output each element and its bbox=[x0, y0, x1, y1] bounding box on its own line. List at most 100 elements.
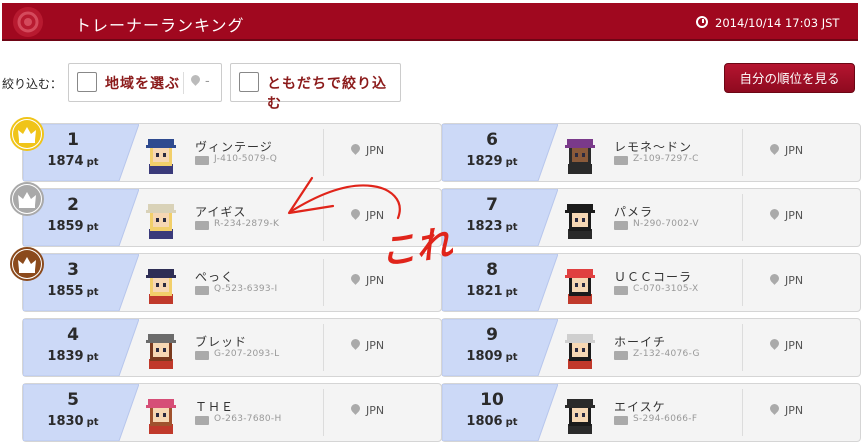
country: JPN bbox=[366, 274, 385, 287]
location-pin-icon bbox=[349, 337, 362, 350]
country: JPN bbox=[785, 274, 804, 287]
trainer-avatar bbox=[565, 334, 595, 369]
ranking-card[interactable]: 10 1806 pt エイスケ S-294-6066-F JPN bbox=[441, 383, 861, 442]
rank-box: 4 1839 pt bbox=[23, 319, 139, 376]
divider bbox=[323, 129, 324, 176]
points-value: 1829 bbox=[466, 154, 503, 169]
trainer-id: R-234-2879-K bbox=[214, 219, 280, 229]
location-pin-icon bbox=[349, 207, 362, 220]
trainer-card-icon bbox=[195, 221, 209, 230]
rank-box: 6 1829 pt bbox=[442, 124, 558, 181]
ranking-card[interactable]: 4 1839 pt ブレッド G-207-2093-L JPN bbox=[22, 318, 442, 377]
trainer-id: J-410-5079-Q bbox=[214, 154, 278, 164]
ranking-card[interactable]: 3 1855 pt ぺっく Q-523-6393-I JPN bbox=[22, 253, 442, 312]
ranking-card[interactable]: 8 1821 pt ＵＣＣコーラ C-070-3105-X JPN bbox=[441, 253, 861, 312]
divider bbox=[323, 259, 324, 306]
trainer-name: ヴィンテージ bbox=[195, 140, 273, 154]
rank-box: 9 1809 pt bbox=[442, 319, 558, 376]
points-unit: pt bbox=[86, 222, 99, 233]
my-rank-button[interactable]: 自分の順位を見る bbox=[724, 63, 855, 93]
rank-number: 8 bbox=[486, 260, 498, 280]
rank-box: 7 1823 pt bbox=[442, 189, 558, 246]
location-pin-icon bbox=[768, 337, 781, 350]
country: JPN bbox=[366, 209, 385, 222]
crown-shape bbox=[13, 120, 41, 148]
crown-shape bbox=[13, 250, 41, 278]
points-value: 1823 bbox=[466, 219, 503, 234]
rank-points: 1809 pt bbox=[442, 349, 542, 364]
trainer-id: G-207-2093-L bbox=[214, 349, 280, 359]
divider bbox=[323, 324, 324, 371]
points-value: 1874 bbox=[47, 154, 84, 169]
country: JPN bbox=[785, 404, 804, 417]
points-value: 1859 bbox=[47, 219, 84, 234]
trainer-id: N-290-7002-V bbox=[633, 219, 699, 229]
friends-filter[interactable]: ともだちで絞り込む bbox=[230, 63, 401, 112]
ranking-card[interactable]: 6 1829 pt レモネ～ドン Z-109-7297-C JPN bbox=[441, 123, 861, 182]
country: JPN bbox=[366, 144, 385, 157]
points-unit: pt bbox=[86, 417, 99, 428]
points-unit: pt bbox=[505, 157, 518, 168]
divider bbox=[742, 324, 743, 371]
filter-label: 絞り込む： bbox=[2, 77, 63, 91]
rank-points: 1839 pt bbox=[23, 349, 123, 364]
region-value: - bbox=[205, 74, 210, 89]
points-value: 1855 bbox=[47, 284, 84, 299]
rank-points: 1874 pt bbox=[23, 154, 123, 169]
rank-number: 5 bbox=[67, 390, 79, 410]
rank-points: 1821 pt bbox=[442, 284, 542, 299]
trainer-card-icon bbox=[614, 286, 628, 295]
location-pin-icon bbox=[349, 142, 362, 155]
points-unit: pt bbox=[505, 417, 518, 428]
trainer-avatar bbox=[565, 269, 595, 304]
location-pin-icon bbox=[768, 207, 781, 220]
trainer-avatar bbox=[146, 399, 176, 434]
friends-checkbox[interactable] bbox=[239, 72, 259, 92]
trainer-card-icon bbox=[195, 156, 209, 165]
points-unit: pt bbox=[86, 352, 99, 363]
rank-box: 8 1821 pt bbox=[442, 254, 558, 311]
trainer-avatar bbox=[146, 139, 176, 174]
trainer-id: C-070-3105-X bbox=[633, 284, 699, 294]
trainer-name: ブレッド bbox=[195, 335, 248, 349]
rank-box: 5 1830 pt bbox=[23, 384, 139, 441]
points-unit: pt bbox=[505, 287, 518, 298]
rank-box: 10 1806 pt bbox=[442, 384, 558, 441]
divider bbox=[323, 194, 324, 241]
ranking-card[interactable]: 1 1874 pt ヴィンテージ J-410-5079-Q JPN bbox=[22, 123, 442, 182]
divider bbox=[183, 72, 184, 94]
points-unit: pt bbox=[505, 222, 518, 233]
ranking-card[interactable]: 2 1859 pt アイギス R-234-2879-K JPN bbox=[22, 188, 442, 247]
trainer-card-icon bbox=[614, 156, 628, 165]
trainer-name: ホーイチ bbox=[614, 335, 667, 349]
country: JPN bbox=[785, 209, 804, 222]
trainer-id: O-263-7680-H bbox=[214, 414, 282, 424]
points-unit: pt bbox=[86, 157, 99, 168]
points-value: 1839 bbox=[47, 349, 84, 364]
app-header: トレーナーランキング 2014/10/14 17:03 JST bbox=[2, 3, 858, 41]
ranking-card[interactable]: 9 1809 pt ホーイチ Z-132-4076-G JPN bbox=[441, 318, 861, 377]
ranking-card[interactable]: 5 1830 pt ＴＨＥ O-263-7680-H JPN bbox=[22, 383, 442, 442]
trainer-avatar bbox=[146, 334, 176, 369]
location-pin-icon bbox=[768, 142, 781, 155]
trainer-id: Q-523-6393-I bbox=[214, 284, 278, 294]
rank-points: 1829 pt bbox=[442, 154, 542, 169]
country: JPN bbox=[366, 404, 385, 417]
trainer-name: ＴＨＥ bbox=[195, 400, 235, 414]
points-unit: pt bbox=[86, 287, 99, 298]
points-value: 1806 bbox=[466, 414, 503, 429]
location-pin-icon bbox=[349, 272, 362, 285]
ranking-card[interactable]: 7 1823 pt パメラ N-290-7002-V JPN bbox=[441, 188, 861, 247]
region-filter-label: 地域を選ぶ bbox=[105, 76, 180, 92]
trainer-name: エイスケ bbox=[614, 400, 666, 414]
country: JPN bbox=[366, 339, 385, 352]
rank-points: 1859 pt bbox=[23, 219, 123, 234]
location-pin-icon bbox=[768, 402, 781, 415]
region-filter[interactable]: 地域を選ぶ - bbox=[68, 63, 222, 102]
trainer-card-icon bbox=[195, 351, 209, 360]
points-value: 1830 bbox=[47, 414, 84, 429]
trainer-card-icon bbox=[614, 351, 628, 360]
location-pin-icon bbox=[768, 272, 781, 285]
region-checkbox[interactable] bbox=[77, 72, 97, 92]
trainer-name: ぺっく bbox=[195, 270, 235, 284]
